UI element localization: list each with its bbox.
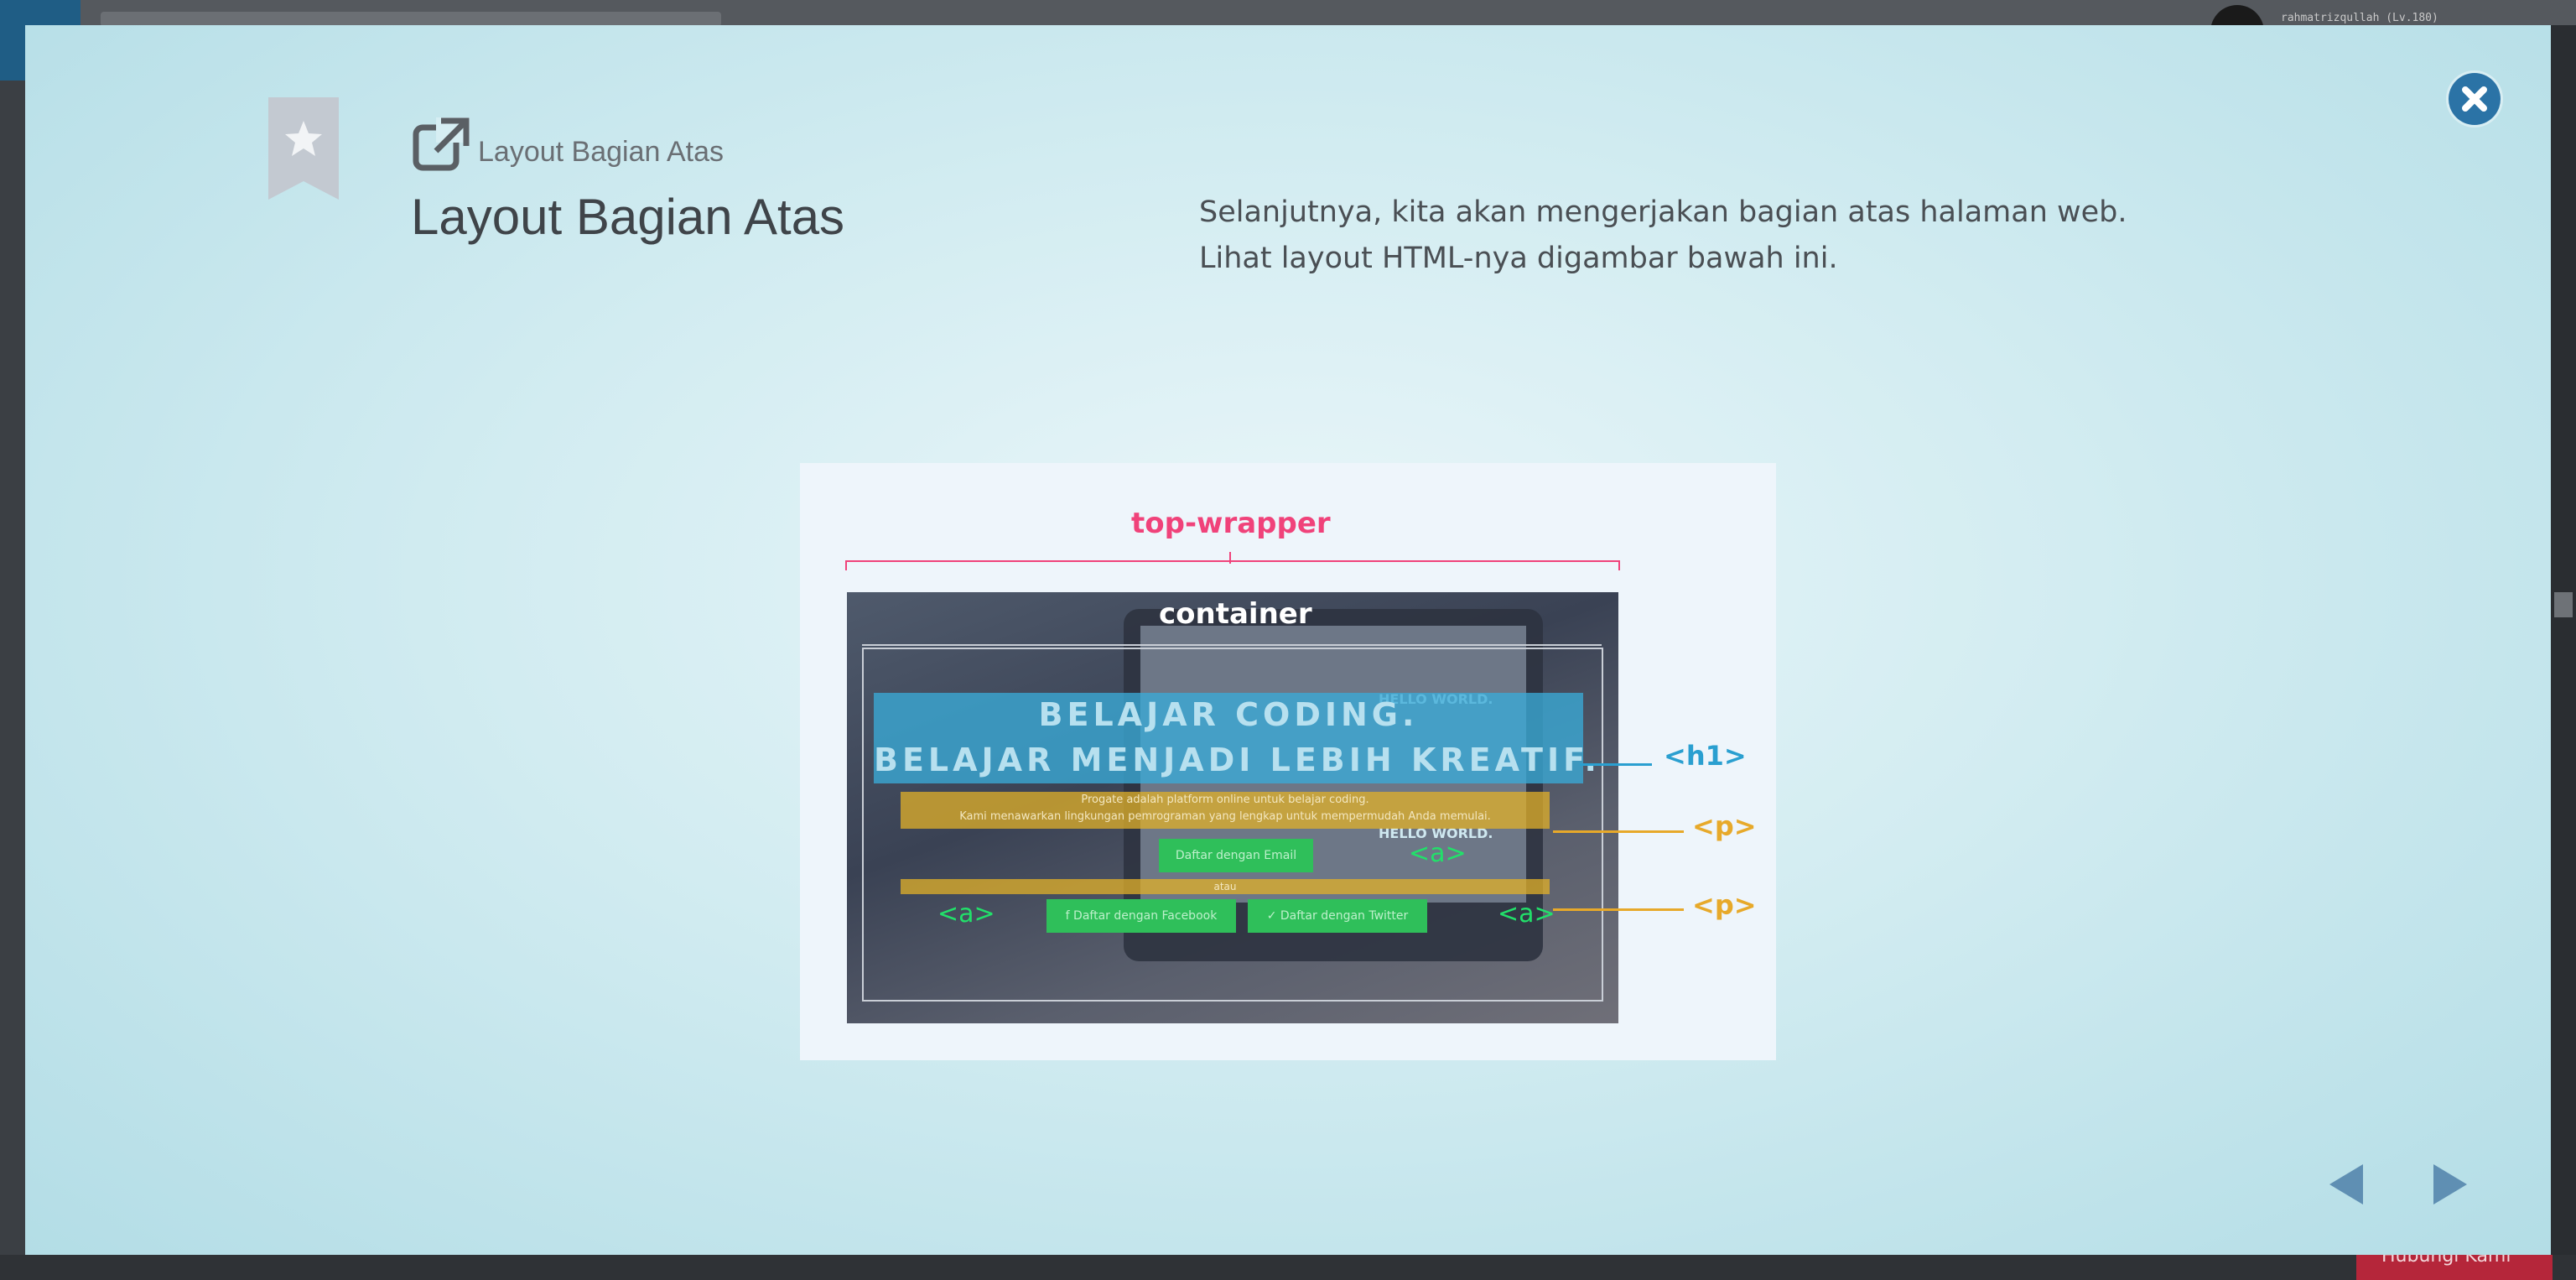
- top-wrapper-preview: HELLO WORLD. HELLO WORLD. container BELA…: [847, 592, 1618, 1023]
- description-line-2: Lihat layout HTML-nya digambar bawah ini…: [1199, 242, 1838, 275]
- slide-description: Selanjutnya, kita akan mengerjakan bagia…: [1199, 190, 2205, 282]
- h1-pointer-line: [1580, 763, 1652, 766]
- username-label: rahmatrizqullah (Lv.180): [2281, 12, 2438, 24]
- h1-label: <h1>: [1664, 740, 1747, 772]
- scrollbar-thumb: [2554, 592, 2573, 617]
- p-box-1: Progate adalah platform online untuk bel…: [901, 792, 1550, 829]
- close-icon: [2462, 86, 2487, 112]
- p-text-line-1: Progate adalah platform online untuk bel…: [1081, 793, 1369, 806]
- slide-title: Layout Bagian Atas: [411, 189, 845, 245]
- top-wrapper-label: top-wrapper: [1131, 507, 1331, 540]
- close-button[interactable]: [2449, 73, 2501, 125]
- p-label: <p>: [1692, 810, 1757, 842]
- a-label: <a>: [1498, 899, 1555, 929]
- facebook-signup-button: f Daftar dengan Facebook: [1046, 899, 1236, 933]
- arrow-right-icon: [2433, 1164, 2467, 1205]
- next-slide-button[interactable]: [2430, 1161, 2470, 1208]
- a-label: <a>: [1409, 839, 1467, 868]
- p-pointer-line: [1553, 830, 1684, 833]
- h1-box: BELAJAR CODING. BELAJAR MENJADI LEBIH KR…: [874, 693, 1601, 783]
- email-signup-button: Daftar dengan Email: [1159, 839, 1313, 872]
- bookmark-star-icon[interactable]: [268, 97, 339, 200]
- top-wrapper-bracket: [845, 560, 1620, 570]
- top-wrapper-bracket-tick: [1229, 552, 1231, 564]
- p-label: <p>: [1692, 889, 1757, 921]
- p-pointer-line: [1553, 908, 1684, 911]
- container-label: container: [1159, 597, 1312, 631]
- arrow-left-icon: [2329, 1164, 2363, 1205]
- a-label: <a>: [937, 899, 995, 929]
- h1-text-line-2: BELAJAR MENJADI LEBIH KREATIF.: [874, 741, 1601, 778]
- background-bottombar: [0, 1255, 2576, 1280]
- external-link-icon[interactable]: [411, 114, 471, 174]
- scrollbar: [2551, 25, 2576, 1255]
- layout-diagram: top-wrapper HELLO WORLD. HELLO WORLD. co…: [800, 463, 1776, 1060]
- description-line-1: Selanjutnya, kita akan mengerjakan bagia…: [1199, 195, 2127, 229]
- twitter-signup-button: ✓ Daftar dengan Twitter: [1248, 899, 1427, 933]
- slide-subtitle: Layout Bagian Atas: [478, 136, 724, 168]
- slide-modal: Layout Bagian Atas Layout Bagian Atas Se…: [25, 25, 2551, 1255]
- h1-text-line-1: BELAJAR CODING.: [1038, 696, 1419, 733]
- p-text-line-2: Kami menawarkan lingkungan pemrograman y…: [959, 810, 1491, 823]
- p-text-or: atau: [1213, 881, 1237, 892]
- p-box-2: atau: [901, 879, 1550, 894]
- previous-slide-button[interactable]: [2326, 1161, 2366, 1208]
